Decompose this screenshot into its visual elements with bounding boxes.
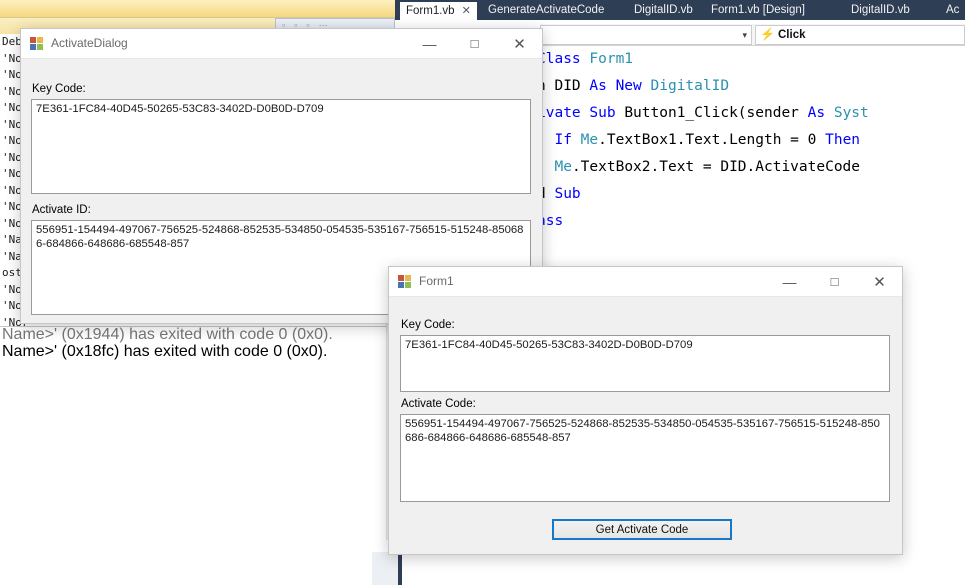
code-token: Class [537,51,589,67]
code-token: Form1 [589,51,633,67]
member-dropdown[interactable]: ▾ [540,25,752,45]
activate-id-label: Activate ID: [32,204,91,216]
activate-dialog-titlebar[interactable]: ActivateDialog — □ ✕ [21,29,542,59]
tab-form1-vb[interactable]: Form1.vb ✕ [400,2,477,20]
code-line: d Sub [535,181,965,208]
maximize-button[interactable]: □ [452,29,497,58]
tab-label: Form1.vb [406,5,455,17]
key-code-textbox[interactable]: 7E361-1FC84-40D45-50265-53C83-3402D-D0B0… [31,99,531,194]
chevron-down-icon[interactable]: ▾ [742,30,747,41]
key-code-textbox[interactable]: 7E361-1FC84-40D45-50265-53C83-3402D-D0B0… [400,335,890,392]
code-editor[interactable]: Class Form1n DID As New DigitalIDivate S… [535,46,965,256]
form1-title: Form1 [419,274,454,288]
output-lower-region: Name>' (0x1944) has exited with code 0 (… [0,327,395,585]
code-token: Me [554,159,571,175]
tab-overflow[interactable]: Ac [940,0,965,20]
get-activate-code-button[interactable]: Get Activate Code [552,519,732,540]
event-dropdown-value: Click [778,29,806,41]
code-token: As [808,105,834,121]
winforms-icon [398,275,412,288]
tab-digitalid-vb[interactable]: DigitalID.vb [628,0,699,20]
winforms-icon [30,37,44,50]
close-button[interactable]: ✕ [857,267,902,296]
tab-label: DigitalID.vb [851,4,910,16]
screen-root: Deb'Nor'Nor'Nor'Nor'Nor'Nor'Nor'Nor'Nor'… [0,0,965,585]
code-token: As New [589,78,650,94]
tab-form1-vb-design[interactable]: Form1.vb [Design] [705,0,811,20]
tab-label: DigitalID.vb [634,4,693,16]
activate-dialog-window-buttons[interactable]: — □ ✕ [407,29,542,58]
code-line: ivate Sub Button1_Click(sender As Syst [535,100,965,127]
lightning-bolt-icon: ⚡ [760,28,775,40]
form1-body: Key Code: 7E361-1FC84-40D45-50265-53C83-… [389,297,902,555]
activate-dialog-title: ActivateDialog [51,36,128,50]
code-line: Me.TextBox2.Text = DID.ActivateCode [535,154,965,181]
activate-code-label: Activate Code: [401,398,476,410]
tab-generate-activate-code[interactable]: GenerateActivateCode [482,0,610,20]
close-button[interactable]: ✕ [497,29,542,58]
code-token: Then [825,132,860,148]
code-line: n DID As New DigitalID [535,73,965,100]
tab-digitalid-vb-2[interactable]: DigitalID.vb [845,0,916,20]
tab-label: Form1.vb [Design] [711,4,805,16]
pane-accent-bar [398,552,402,585]
output-line-partial: Name>' (0x1944) has exited with code 0 (… [0,327,395,344]
document-tabstrip: Form1.vb ✕ GenerateActivateCode DigitalID… [395,0,965,20]
code-token: Syst [834,105,869,121]
tool-window-toolbar [0,0,395,18]
output-line-last: Name>' (0x18fc) has exited with code 0 (… [0,344,395,361]
code-token: Button1_Click(sender [624,105,807,121]
code-token: DigitalID [651,78,730,94]
tab-label: Ac [946,4,959,16]
code-token: ivate Sub [537,105,624,121]
code-token: .TextBox1.Text.Length = 0 [598,132,825,148]
form1-window[interactable]: Form1 — □ ✕ Key Code: 7E361-1FC84-40D45-… [388,266,903,555]
form1-titlebar[interactable]: Form1 — □ ✕ [389,267,902,297]
form1-window-buttons[interactable]: — □ ✕ [767,267,902,296]
code-token: Me [581,132,598,148]
maximize-button[interactable]: □ [812,267,857,296]
code-token: .TextBox2.Text = DID.ActivateCode [572,159,860,175]
code-token: n DID [537,78,589,94]
code-line: Class Form1 [535,46,965,73]
code-token: If [537,132,581,148]
key-code-label: Key Code: [32,83,86,95]
tab-label: GenerateActivateCode [488,4,604,16]
close-icon[interactable]: ✕ [462,5,471,17]
activate-code-textbox[interactable]: 556951-154494-497067-756525-524868-85253… [400,414,890,502]
minimize-button[interactable]: — [407,29,452,58]
code-line: If Me.TextBox1.Text.Length = 0 Then [535,127,965,154]
event-dropdown[interactable]: Click [755,25,965,45]
minimize-button[interactable]: — [767,267,812,296]
code-line: ass [535,208,965,235]
key-code-label: Key Code: [401,319,455,331]
code-token: Sub [554,186,580,202]
